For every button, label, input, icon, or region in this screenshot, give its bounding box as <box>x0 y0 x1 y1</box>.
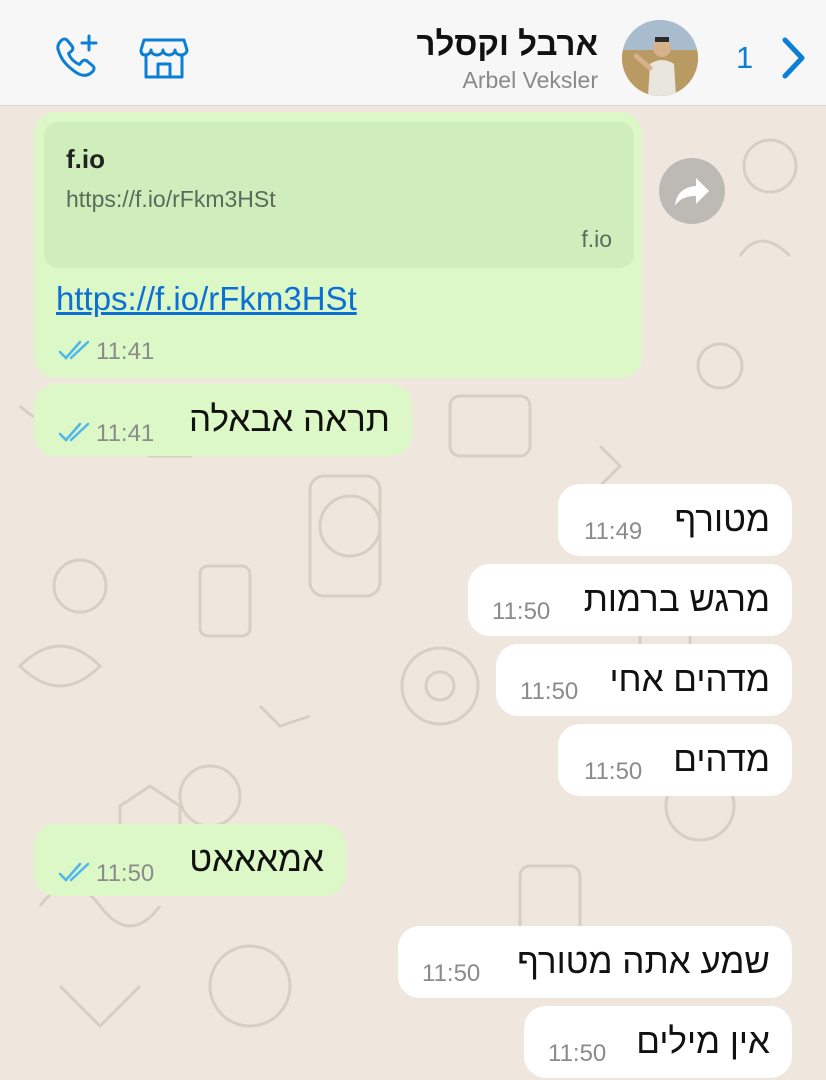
outgoing-message[interactable]: תראה אבאלה 11:41 <box>34 384 412 456</box>
message-text: אמאאאט <box>189 840 324 879</box>
message-text: תראה אבאלה <box>189 400 390 439</box>
incoming-message[interactable]: מרגש ברמות 11:50 <box>468 564 792 636</box>
incoming-message[interactable]: אין מילים 11:50 <box>524 1006 792 1078</box>
chevron-right-icon[interactable] <box>776 34 810 82</box>
link-preview-card[interactable]: f.io https://f.io/rFkm3HSt f.io <box>44 122 634 268</box>
message-time: 11:50 <box>422 960 481 987</box>
message-text: מדהים <box>673 740 770 779</box>
message-time: 11:41 <box>96 420 155 447</box>
incoming-message[interactable]: מטורף 11:49 <box>558 484 792 556</box>
link-preview-title: f.io <box>66 144 105 174</box>
avatar[interactable] <box>622 20 698 96</box>
contact-subtitle: Arbel Veksler <box>462 67 598 93</box>
message-time: 11:50 <box>492 598 551 625</box>
message-time: 11:50 <box>548 1040 607 1067</box>
link-preview-url: https://f.io/rFkm3HSt <box>66 186 276 212</box>
unread-count[interactable]: 1 <box>736 40 753 76</box>
chat-header: ארבל וקסלר Arbel Veksler 1 <box>0 0 826 106</box>
forward-icon[interactable] <box>659 158 725 224</box>
message-time: 11:41 <box>96 338 155 365</box>
message-time: 11:50 <box>520 678 579 705</box>
outgoing-message[interactable]: אמאאאט 11:50 <box>34 824 346 896</box>
shop-icon[interactable] <box>138 32 190 84</box>
message-time: 11:49 <box>584 518 643 545</box>
message-text: מדהים אחי <box>609 660 770 699</box>
double-check-icon <box>58 862 92 882</box>
contact-name: ארבל וקסלר <box>416 25 599 62</box>
incoming-message[interactable]: שמע אתה מטורף 11:50 <box>398 926 792 998</box>
message-link[interactable]: https://f.io/rFkm3HSt <box>56 280 357 318</box>
incoming-message[interactable]: מדהים אחי 11:50 <box>496 644 792 716</box>
call-add-icon[interactable] <box>52 32 104 84</box>
message-text: אין מילים <box>636 1022 770 1061</box>
link-preview-domain: f.io <box>581 226 612 252</box>
link-message-bubble[interactable]: f.io https://f.io/rFkm3HSt f.io https://… <box>34 112 642 378</box>
double-check-icon <box>58 340 92 360</box>
double-check-icon <box>58 422 92 442</box>
message-time: 11:50 <box>96 860 155 887</box>
message-text: מטורף <box>674 500 770 539</box>
message-text: מרגש ברמות <box>583 580 770 619</box>
message-time: 11:50 <box>584 758 643 785</box>
incoming-message[interactable]: מדהים 11:50 <box>558 724 792 796</box>
contact-title[interactable]: ארבל וקסלר Arbel Veksler <box>417 24 599 94</box>
message-text: שמע אתה מטורף <box>517 942 770 981</box>
